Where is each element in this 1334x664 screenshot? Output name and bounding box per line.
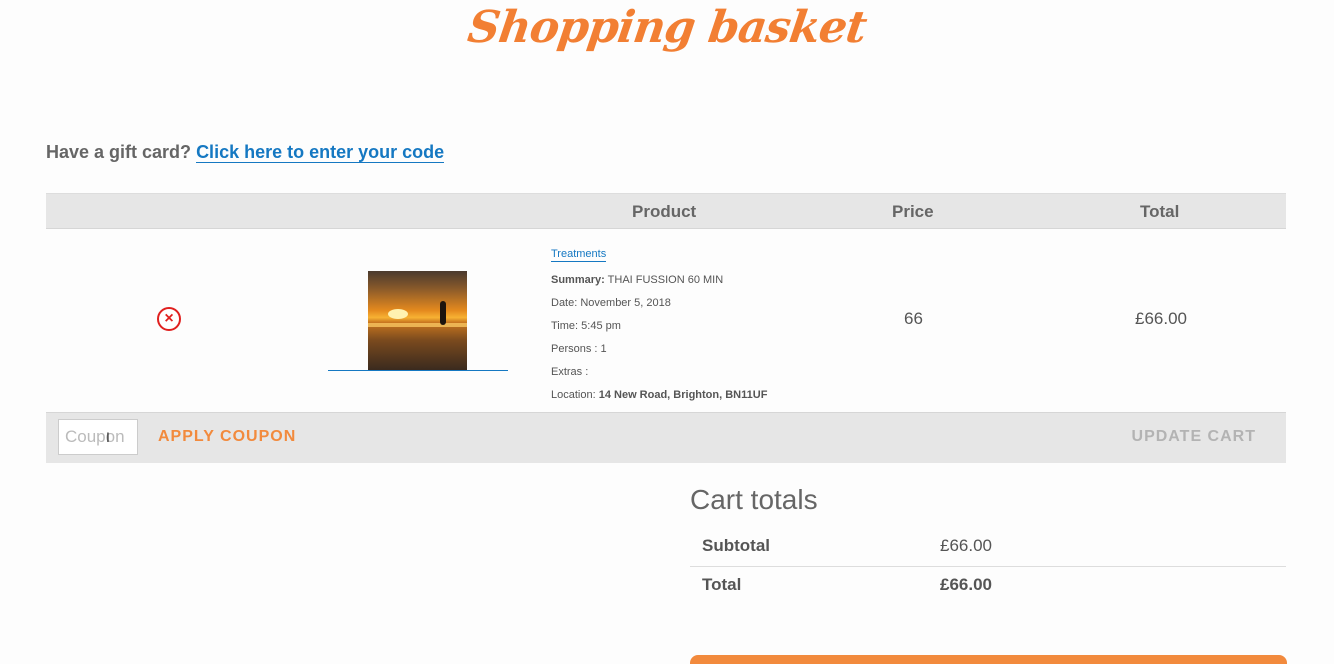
- summary-line: Summary: THAI FUSSION 60 MIN: [551, 274, 723, 286]
- header-price: Price: [892, 202, 934, 221]
- time-line: Time: 5:45 pm: [551, 320, 621, 332]
- water-reflection-graphic: [368, 323, 467, 327]
- product-thumbnail-link[interactable]: [328, 271, 508, 371]
- location-label: Location:: [551, 389, 596, 401]
- person-silhouette-graphic: [440, 301, 446, 325]
- table-row: × Treatments Summary: THAI FUSSION 60 MI…: [46, 229, 1286, 412]
- date-line: Date: November 5, 2018: [551, 297, 671, 309]
- gift-card-link[interactable]: Click here to enter your code: [196, 142, 445, 163]
- cart-totals-heading: Cart totals: [690, 484, 818, 515]
- location-value: 14 New Road, Brighton, BN11UF: [598, 389, 768, 401]
- summary-label: Summary:: [551, 274, 605, 286]
- coupon-input[interactable]: [58, 419, 138, 455]
- gift-card-prompt: Have a gift card?: [46, 142, 192, 162]
- total-label: Total: [702, 575, 742, 594]
- text-cursor-icon: I: [106, 429, 110, 445]
- subtotal-row: Subtotal £66.00: [690, 528, 1286, 566]
- product-details: Treatments Summary: THAI FUSSION 60 MIN …: [551, 243, 767, 407]
- total-row: Total £66.00: [690, 566, 1286, 604]
- subtotal-label: Subtotal: [702, 536, 770, 555]
- header-product: Product: [632, 202, 697, 221]
- update-cart-button[interactable]: UPDATE CART: [1132, 428, 1256, 446]
- remove-item-icon[interactable]: ×: [157, 307, 181, 331]
- proceed-to-checkout-button[interactable]: [690, 655, 1287, 664]
- item-total: £66.00: [1135, 309, 1187, 328]
- product-thumbnail: [368, 271, 467, 370]
- gift-card-notice: Have a gift card? Click here to enter yo…: [46, 142, 445, 163]
- extras-line: Extras :: [551, 366, 589, 378]
- item-price: 66: [904, 309, 923, 328]
- persons-line: Persons : 1: [551, 343, 607, 355]
- total-value: £66.00: [940, 575, 992, 594]
- product-category-link[interactable]: Treatments: [551, 247, 607, 262]
- subtotal-value: £66.00: [940, 536, 992, 555]
- summary-value: THAI FUSSION 60 MIN: [607, 274, 724, 286]
- cart-actions-bar: I APPLY COUPON UPDATE CART: [46, 412, 1286, 463]
- cart-totals: Cart totals Subtotal £66.00 Total £66.00: [690, 484, 1286, 604]
- apply-coupon-button[interactable]: APPLY COUPON: [158, 428, 296, 446]
- header-total: Total: [1140, 202, 1180, 221]
- sunset-graphic: [388, 309, 408, 319]
- table-header: Product Price Total: [46, 193, 1286, 229]
- page-title: Shopping basket: [464, 2, 870, 53]
- location-line: Location: 14 New Road, Brighton, BN11UF: [551, 389, 767, 401]
- cart-table: Product Price Total × Treatments Summary…: [46, 193, 1286, 463]
